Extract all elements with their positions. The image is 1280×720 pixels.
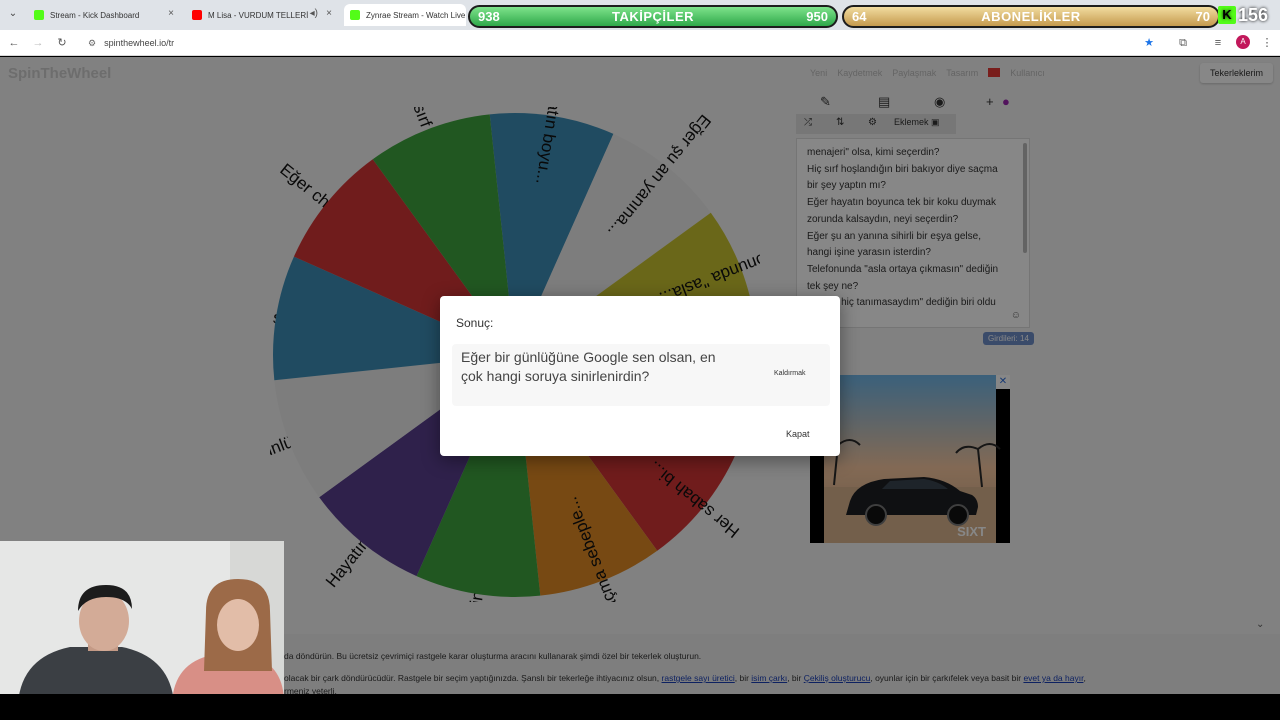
description-text: , bir — [787, 673, 802, 683]
entry-line: Eğer şu an yanına sihirli bir eşya gelse… — [807, 230, 981, 242]
browser-tab-youtube[interactable]: M Lisa - VURDUM TELLERİ ◂) × — [186, 4, 338, 26]
kick-logo-icon: K — [1218, 6, 1236, 24]
remove-button[interactable]: Kaldırmak — [774, 370, 806, 377]
url-field[interactable]: ⚙ spinthewheel.io/tr — [88, 35, 174, 51]
ad-car-image — [817, 375, 1001, 543]
description-text: olacak bir çark döndürücüdür. Rastgele b… — [284, 673, 660, 683]
hide-eye-icon[interactable]: ◉ — [934, 94, 945, 110]
reload-icon[interactable]: ↻ — [54, 35, 70, 51]
profile-avatar[interactable]: A — [1236, 35, 1250, 49]
entries-scrollbar[interactable] — [1023, 143, 1027, 253]
clipboard-icon[interactable]: ▤ — [878, 94, 890, 110]
nav-new[interactable]: Yeni — [810, 68, 827, 78]
entries-count-badge: Girdileri: 14 — [983, 332, 1034, 345]
description-text: , oyunlar için bir çarkıfelek veya basit… — [870, 673, 1022, 683]
site-logo[interactable]: SpinTheWheel — [8, 65, 111, 82]
webcam-video — [0, 541, 284, 703]
subscribers-current: 64 — [852, 9, 867, 24]
subscribers-goal-bar: 64 ABONELİKLER 70 — [842, 5, 1220, 28]
ad-close-icon[interactable]: ✕ — [996, 375, 1010, 389]
speaker-icon[interactable]: ◂) — [310, 8, 318, 19]
top-nav: Yeni Kaydetmek Paylaşmak Tasarım Kullanı… — [810, 68, 1045, 78]
tab-close-icon[interactable]: × — [168, 8, 174, 19]
raffle-creator-link[interactable]: Çekiliş oluşturucu — [804, 673, 871, 683]
tab-title: M Lisa - VURDUM TELLERİ — [208, 10, 309, 20]
description-line-2: olacak bir çark döndürücüdür. Rastgele b… — [284, 673, 1214, 683]
back-arrow-icon[interactable]: ← — [6, 35, 22, 51]
name-wheel-link[interactable]: isim çarkı — [751, 673, 787, 683]
chevron-down-icon[interactable]: ⌄ — [1256, 619, 1264, 630]
sort-icon[interactable]: ⇅ — [836, 117, 844, 128]
ad-brand-logo: SIXT — [957, 524, 986, 539]
followers-goal-bar: 938 TAKİPÇİLER 950 — [468, 5, 838, 28]
kick-favicon-icon — [350, 10, 360, 20]
edit-pencil-icon[interactable]: ✎ — [820, 94, 831, 110]
url-text: spinthewheel.io/tr — [104, 38, 175, 48]
dialog-title: Sonuç: — [456, 316, 494, 330]
subscribers-goal: 70 — [1195, 9, 1210, 24]
result-text: Eğer bir günlüğüne Google sen olsan, en … — [461, 349, 716, 384]
extensions-icon[interactable]: ⧉ — [1175, 35, 1191, 51]
tab-title: Zynrae Stream - Watch Live o — [366, 10, 466, 20]
followers-goal: 950 — [806, 9, 828, 24]
browser-menu-icon[interactable]: ⋮ — [1259, 35, 1275, 51]
browser-address-bar: ← → ↻ ⚙ spinthewheel.io/tr ★ ⧉ ≡ ⋮ — [0, 30, 1280, 56]
nav-design[interactable]: Tasarım — [946, 68, 978, 78]
kick-viewer-count: K 156 — [1218, 2, 1268, 28]
result-dialog: Sonuç: Eğer bir günlüğüne Google sen ols… — [440, 296, 840, 456]
add-plus-icon[interactable]: + — [986, 94, 994, 109]
settings-gear-icon[interactable]: ⚙ — [868, 117, 877, 128]
subscribers-label: ABONELİKLER — [981, 9, 1081, 24]
color-palette-icon[interactable]: ● — [1002, 94, 1010, 109]
description-line-3: rmeniz yeterli. — [284, 686, 337, 694]
nav-save[interactable]: Kaydetmek — [837, 68, 882, 78]
kick-favicon-icon — [34, 10, 44, 20]
tab-search-icon[interactable]: ⌄ — [6, 7, 20, 21]
add-entries-button[interactable]: Eklemek ▣ — [894, 117, 940, 128]
panel-actions: ⤮ ⇅ ⚙ Eklemek ▣ — [796, 114, 956, 134]
followers-current: 938 — [478, 9, 500, 24]
yes-no-link[interactable]: evet ya da hayır — [1023, 673, 1083, 683]
add-button-label: Eklemek — [894, 117, 929, 127]
entry-line: tek şey ne? — [807, 280, 859, 292]
turkish-flag-icon[interactable] — [988, 68, 1001, 77]
browser-tab-kick-dashboard[interactable]: Stream - Kick Dashboard × — [28, 4, 180, 26]
site-info-icon[interactable]: ⚙ — [88, 38, 96, 49]
panel-toolbar: ✎ ▤ ◉ + ● — [796, 92, 1030, 112]
nav-user[interactable]: Kullanıcı — [1010, 68, 1045, 78]
reading-list-icon[interactable]: ≡ — [1210, 35, 1226, 51]
tab-title: Stream - Kick Dashboard — [50, 10, 140, 20]
entry-line: Eğer hayatın boyunca tek bir koku duymak — [807, 197, 996, 209]
emoji-icon[interactable]: ☺ — [1011, 310, 1021, 321]
advertisement[interactable]: SIXT ✕ — [810, 375, 1010, 543]
entry-line: hangi işine yarasın isterdin? — [807, 247, 931, 259]
forward-arrow-icon[interactable]: → — [30, 35, 46, 51]
description-text: , bir — [734, 673, 749, 683]
entry-line: menajeri" olsa, kimi seçerdin? — [807, 147, 940, 158]
bottom-black-bar — [0, 694, 1280, 720]
image-icon: ▣ — [931, 117, 940, 127]
shuffle-icon[interactable]: ⤮ — [804, 117, 812, 128]
description-text: , — [1083, 673, 1086, 683]
my-wheels-button[interactable]: Tekerleklerim — [1200, 63, 1274, 83]
description-line-1: da döndürün. Bu ücretsiz çevrimiçi rastg… — [284, 651, 702, 661]
close-button[interactable]: Kapat — [782, 427, 814, 441]
tab-close-icon[interactable]: × — [326, 8, 332, 19]
random-number-link[interactable]: rastgele sayı üretici — [662, 673, 735, 683]
entry-line: bir şey yaptın mı? — [807, 180, 886, 192]
entry-line: Telefonunda "asla ortaya çıkmasın" dediğ… — [807, 263, 999, 275]
nav-share[interactable]: Paylaşmak — [892, 68, 936, 78]
result-box: Eğer bir günlüğüne Google sen olsan, en … — [452, 344, 830, 406]
youtube-favicon-icon — [192, 10, 202, 20]
viewer-count-value: 156 — [1238, 4, 1269, 25]
entry-line: Hiç sırf hoşlandığın biri bakıyor diye s… — [807, 163, 998, 175]
followers-label: TAKİPÇİLER — [611, 9, 695, 24]
webcam-overlay — [0, 541, 284, 703]
entry-line: zorunda kalsaydın, neyi seçerdin? — [807, 213, 959, 225]
bookmark-star-icon[interactable]: ★ — [1141, 35, 1157, 51]
browser-tab-zynrae-stream[interactable]: Zynrae Stream - Watch Live o — [344, 4, 466, 26]
